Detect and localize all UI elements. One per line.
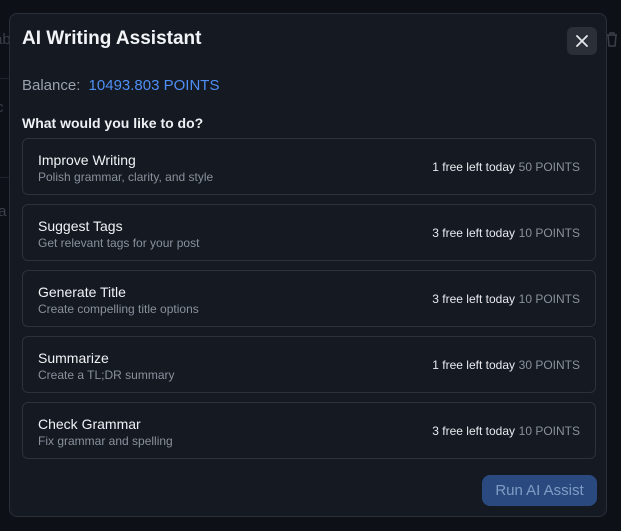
option-title: Summarize: [38, 350, 109, 366]
option-cost: 10 POINTS: [518, 424, 580, 438]
option-description: Get relevant tags for your post: [38, 236, 200, 250]
run-ai-assist-button[interactable]: Run AI Assist: [482, 475, 597, 506]
option-title: Improve Writing: [38, 152, 136, 168]
modal-title: AI Writing Assistant: [22, 28, 202, 49]
balance-label: Balance:: [22, 77, 81, 94]
option-description: Polish grammar, clarity, and style: [38, 170, 214, 184]
option-description: Fix grammar and spelling: [38, 434, 173, 448]
trash-icon: [607, 32, 617, 47]
option-title: Generate Title: [38, 284, 126, 300]
close-icon: [576, 35, 588, 47]
option-suggest-tags[interactable]: Suggest Tags Get relevant tags for your …: [22, 204, 596, 261]
option-description: Create compelling title options: [38, 302, 199, 316]
option-cost: 10 POINTS: [518, 292, 580, 306]
balance-value: 10493.803 POINTS: [88, 77, 220, 94]
option-free-uses: 1 free left today: [432, 358, 515, 372]
option-generate-title[interactable]: Generate Title Create compelling title o…: [22, 270, 596, 327]
ai-assistant-modal: AI Writing Assistant Balance: 10493.803 …: [9, 13, 607, 517]
option-title: Suggest Tags: [38, 218, 123, 234]
option-title: Check Grammar: [38, 416, 141, 432]
option-free-uses: 3 free left today: [432, 292, 515, 306]
option-free-uses: 1 free left today: [432, 160, 515, 174]
options-list: Improve Writing Polish grammar, clarity,…: [22, 138, 596, 468]
option-cost: 30 POINTS: [518, 358, 580, 372]
option-cost: 50 POINTS: [518, 160, 580, 174]
background-text-fragment: c: [0, 99, 4, 116]
option-summarize[interactable]: Summarize Create a TL;DR summary 1 free …: [22, 336, 596, 393]
background-text-fragment: ta: [0, 203, 7, 220]
option-improve-writing[interactable]: Improve Writing Polish grammar, clarity,…: [22, 138, 596, 195]
option-check-grammar[interactable]: Check Grammar Fix grammar and spelling 3…: [22, 402, 596, 459]
close-button[interactable]: [567, 27, 597, 55]
option-free-uses: 3 free left today: [432, 424, 515, 438]
option-free-uses: 3 free left today: [432, 226, 515, 240]
option-description: Create a TL;DR summary: [38, 368, 175, 382]
balance-display: Balance: 10493.803 POINTS: [22, 77, 219, 94]
action-prompt: What would you like to do?: [22, 115, 204, 131]
option-cost: 10 POINTS: [518, 226, 580, 240]
